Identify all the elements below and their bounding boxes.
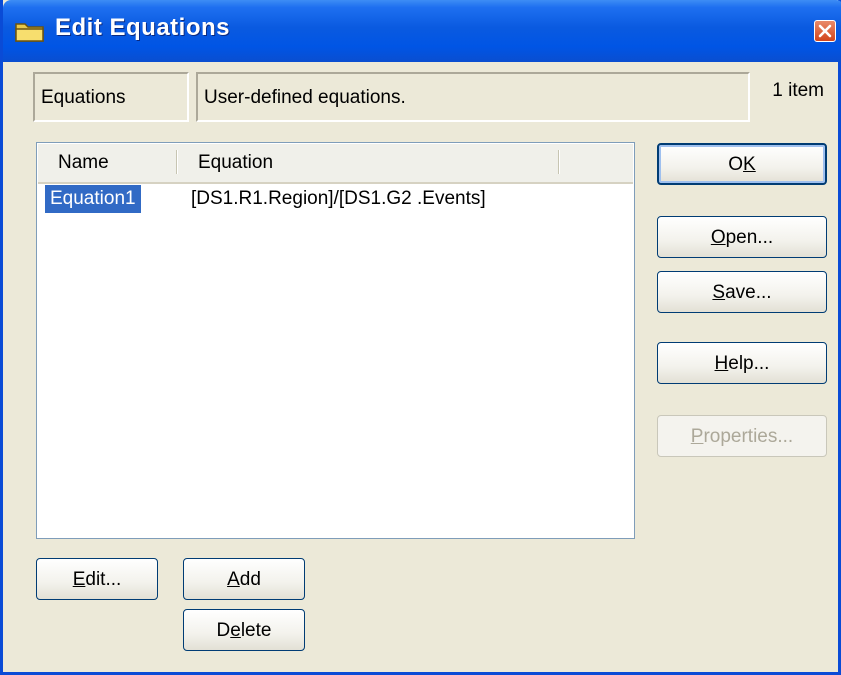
ok-button[interactable]: OK [657,143,827,185]
window-title: Edit Equations [55,14,230,41]
help-button[interactable]: Help... [657,342,827,384]
column-separator[interactable] [558,150,560,174]
category-label: Equations [41,87,126,108]
delete-button[interactable]: Delete [183,609,305,651]
column-header-equation[interactable]: Equation [178,144,558,180]
save-button[interactable]: Save... [657,271,827,313]
title-bar[interactable]: Edit Equations [3,0,841,62]
item-count: 1 item [772,80,824,101]
folder-icon [15,20,45,42]
table-row[interactable]: Equation1 [DS1.R1.Region]/[DS1.G2 .Event… [38,185,633,213]
list-header: Name Equation [38,144,633,184]
properties-button: Properties... [657,415,827,457]
edit-button[interactable]: Edit... [36,558,158,600]
category-field: Equations [33,72,189,122]
description-label: User-defined equations. [204,87,406,108]
equation-name-cell[interactable]: Equation1 [45,185,141,213]
column-header-name[interactable]: Name [38,144,178,180]
equation-formula-cell[interactable]: [DS1.R1.Region]/[DS1.G2 .Events] [191,185,486,213]
description-field: User-defined equations. [196,72,750,122]
open-button[interactable]: Open... [657,216,827,258]
equations-list[interactable]: Name Equation Equation1 [DS1.R1.Region]/… [36,142,635,539]
add-button[interactable]: Add [183,558,305,600]
edit-equations-dialog: Edit Equations Equations User-defined eq… [0,0,841,675]
close-icon [818,24,832,38]
close-button[interactable] [814,20,836,42]
